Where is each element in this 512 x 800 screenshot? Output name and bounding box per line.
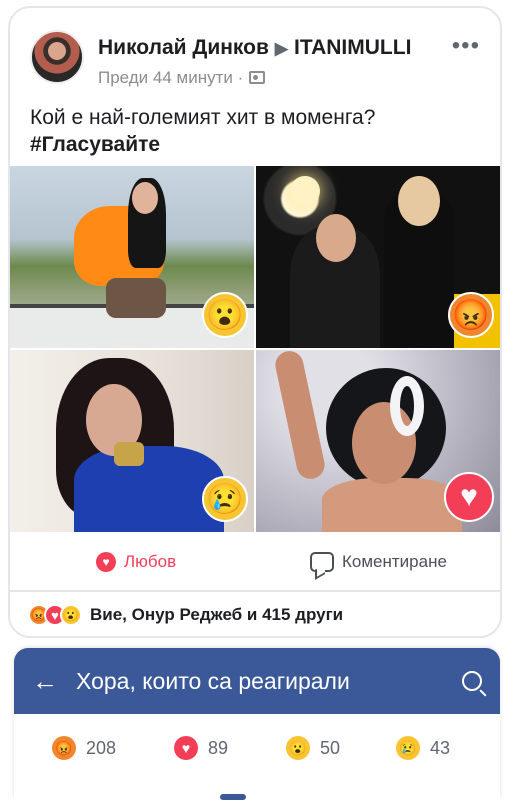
- photo-content: [114, 442, 144, 466]
- angry-icon: 😡: [52, 736, 76, 760]
- back-arrow-icon[interactable]: ←: [32, 666, 76, 697]
- photo-content: [74, 446, 224, 532]
- photo-tile[interactable]: 😡: [256, 166, 500, 348]
- target-page-name[interactable]: ITANIMULLI: [294, 36, 411, 59]
- photo-tile[interactable]: 😮: [10, 166, 254, 348]
- photo-tile[interactable]: 😢: [10, 350, 254, 532]
- angry-reaction-icon: 😡: [448, 292, 494, 338]
- sad-reaction-icon: 😢: [202, 476, 248, 522]
- sheet-title: Хора, които са реагирали: [76, 667, 350, 694]
- reactions-summary-text: Вие, Онур Реджеб и 415 други: [90, 605, 344, 624]
- more-options-icon[interactable]: •••: [452, 32, 480, 60]
- comment-label: Коментиране: [342, 552, 447, 571]
- comment-icon: [310, 552, 334, 572]
- author-name[interactable]: Николай Динков: [98, 36, 269, 59]
- love-reaction-icon: ♥: [444, 472, 494, 522]
- reaction-counts: 😡 208 ♥ 89 😮 50 😢 43: [14, 736, 500, 772]
- post-text: Кой е най-големият хит в моменга? #Гласу…: [30, 104, 480, 158]
- hashtag-link[interactable]: #Гласувайте: [30, 131, 480, 158]
- reaction-tab-wow[interactable]: 😮 50: [286, 736, 340, 760]
- post-meta: Преди 44 минути ·: [98, 68, 266, 88]
- reaction-count: 89: [208, 737, 229, 758]
- sheet-header: ← Хора, които са реагирали: [14, 648, 500, 714]
- heart-icon: ♥: [174, 736, 198, 760]
- scroll-indicator: [220, 794, 246, 800]
- photo-content: [322, 478, 462, 532]
- reaction-tab-love[interactable]: ♥ 89: [174, 736, 228, 760]
- post-time[interactable]: Преди 44 минути ·: [98, 68, 243, 87]
- photo-content: [316, 214, 356, 262]
- reaction-tab-angry[interactable]: 😡 208: [52, 736, 116, 760]
- photo-content: [272, 350, 328, 482]
- sad-icon: 😢: [396, 736, 420, 760]
- photo-tile[interactable]: ♥: [256, 350, 500, 532]
- post-card: Николай Динков ▶ ITANIMULLI Преди 44 минут…: [8, 6, 502, 638]
- reaction-count: 43: [430, 737, 451, 758]
- wow-reaction-icon: 😮: [202, 292, 248, 338]
- post-question: Кой е най-големият хит в моменга?: [30, 106, 376, 129]
- wow-icon: 😮: [286, 736, 310, 760]
- comment-button[interactable]: Коментиране: [310, 552, 447, 572]
- audience-icon: [249, 71, 266, 84]
- reaction-count: 50: [320, 737, 341, 758]
- wow-icon: 😮: [60, 604, 82, 626]
- love-label: Любов: [124, 552, 177, 571]
- reactions-summary[interactable]: 😡 ♥ 😮 Вие, Онур Реджеб и 415 други: [28, 604, 343, 626]
- search-icon[interactable]: [462, 671, 482, 691]
- headphones-graphic: [390, 376, 424, 436]
- reactions-sheet: ← Хора, които са реагирали 😡 208 ♥ 89 😮 …: [14, 648, 500, 800]
- reaction-tab-sad[interactable]: 😢 43: [396, 736, 450, 760]
- share-arrow-icon: ▶: [274, 39, 288, 58]
- action-bar: ♥ Любов Коментиране: [10, 540, 500, 592]
- author-line: Николай Динков ▶ ITANIMULLI: [98, 36, 411, 60]
- photo-content: [398, 176, 440, 226]
- post-header: Николай Динков ▶ ITANIMULLI Преди 44 минут…: [30, 26, 486, 90]
- photo-content: [106, 278, 166, 318]
- photo-grid: 😮 😡 😢 ♥: [10, 166, 500, 532]
- heart-icon: ♥: [96, 552, 116, 572]
- avatar[interactable]: [30, 30, 84, 84]
- photo-content: [132, 182, 158, 214]
- love-button[interactable]: ♥ Любов: [96, 552, 176, 572]
- reaction-count: 208: [86, 737, 117, 758]
- photo-content: [290, 176, 320, 206]
